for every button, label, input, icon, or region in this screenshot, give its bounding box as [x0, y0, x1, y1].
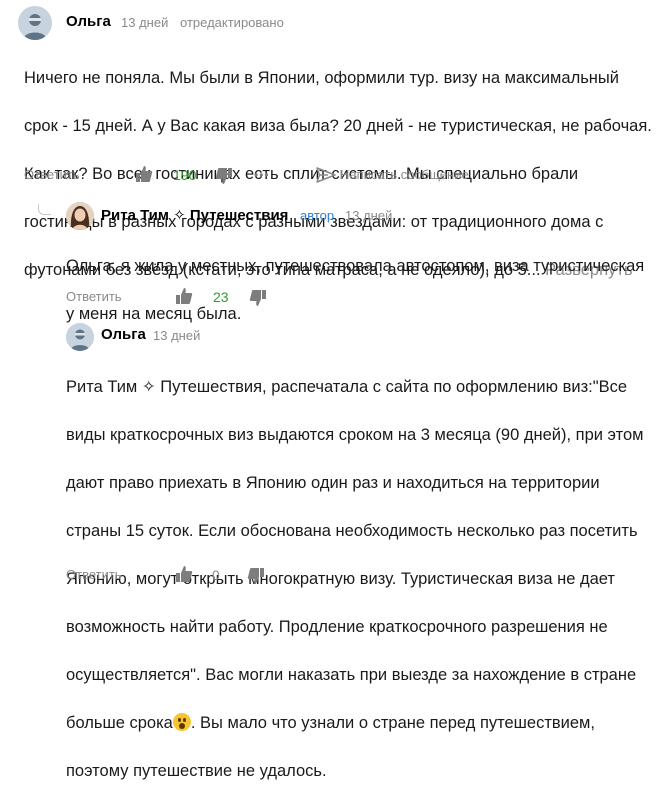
like-count: 0 [212, 567, 220, 583]
text-line: виды краткосрочных виз выдаются сроком н… [66, 426, 644, 444]
like-count: 23 [213, 289, 229, 305]
author-name[interactable]: Ольга [101, 326, 146, 343]
text-line: страны 15 суток. Если обоснована необход… [66, 522, 638, 540]
paper-plane-icon[interactable] [316, 167, 336, 183]
comment-date: 13 дней [153, 328, 201, 343]
reply-button[interactable]: Ответить [66, 563, 122, 587]
reply-button[interactable]: Ответить [66, 285, 122, 309]
edited-label: отредактировано [180, 15, 284, 30]
astonished-face-emoji [172, 713, 191, 731]
thumbs-down-icon[interactable] [249, 289, 267, 307]
author-name[interactable]: Ольга [66, 13, 111, 30]
thread-connector [38, 204, 51, 215]
comment-date: 13 дней [345, 208, 393, 223]
user-avatar-icon [66, 202, 94, 230]
text-line: осуществляется". Вас могли наказать при … [66, 666, 637, 684]
text-line: Ничего не поняла. Мы были в Японии, офор… [24, 69, 619, 87]
write-message-button[interactable]: Написать сообщение [340, 163, 469, 187]
author-badge: автор [300, 208, 335, 223]
thumbs-up-icon[interactable] [135, 165, 153, 183]
avatar[interactable] [66, 202, 94, 230]
text-line: поэтому путешествие не удалось. [66, 762, 327, 780]
text-line: срок - 15 дней. А у Вас какая виза была?… [24, 117, 652, 135]
text-line: возможность найти работу. Продление крат… [66, 618, 608, 636]
like-count: 190 [173, 167, 197, 183]
reply-button[interactable]: Ответить [24, 163, 80, 187]
author-name[interactable]: Рита Тим ✧ Путешествия [101, 206, 288, 224]
text-line: Рита Тим ✧ Путешествия, распечатала с са… [66, 378, 628, 396]
more-dots-icon[interactable]: ••• [254, 163, 270, 187]
text-line: больше срока. Вы мало что узнали о стран… [66, 713, 595, 732]
comment-actions: Ответить 0 [66, 563, 656, 587]
user-avatar-icon [66, 323, 94, 351]
text-line: дают право приехать в Японию один раз и … [66, 474, 600, 492]
comment-actions: Ответить 190 ••• Написать сообщение [24, 163, 664, 187]
thumbs-up-icon[interactable] [175, 287, 193, 305]
thumbs-down-icon[interactable] [247, 567, 265, 585]
text-line: Ольга, я жила у местных, путешествовала … [66, 257, 645, 275]
avatar[interactable] [66, 323, 94, 351]
comment-date: 13 дней [121, 15, 169, 30]
comment-actions: Ответить 23 [66, 285, 656, 309]
user-avatar-icon [18, 6, 52, 40]
thumbs-down-icon[interactable] [215, 167, 233, 185]
thumbs-up-icon[interactable] [175, 565, 193, 583]
avatar[interactable] [18, 6, 52, 40]
